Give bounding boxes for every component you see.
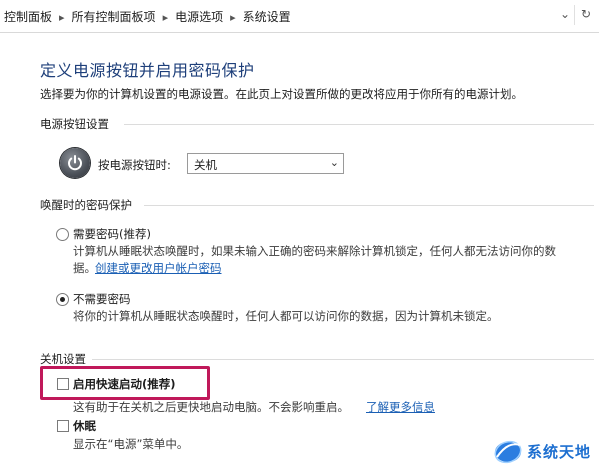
power-icon bbox=[60, 148, 90, 178]
breadcrumb-item-power-options[interactable]: 电源选项 bbox=[175, 10, 223, 24]
section-heading-wake-password: 唤醒时的密码保护 bbox=[40, 198, 132, 212]
fast-startup-label[interactable]: 启用快速启动(推荐) bbox=[73, 376, 176, 392]
learn-more-link[interactable]: 了解更多信息 bbox=[366, 399, 435, 415]
watermark-logo-icon bbox=[494, 440, 522, 464]
require-password-label[interactable]: 需要密码(推荐) bbox=[73, 226, 151, 242]
fast-startup-checkbox[interactable] bbox=[57, 378, 69, 390]
no-password-label[interactable]: 不需要密码 bbox=[73, 291, 131, 307]
page-description: 选择要为你的计算机设置的电源设置。在此页上对设置所做的更改将应用于你所有的电源计… bbox=[40, 87, 523, 101]
power-button-action-value: 关机 bbox=[194, 158, 217, 172]
hibernate-description: 显示在“电源”菜单中。 bbox=[73, 437, 189, 451]
require-password-description-cont: 据。 bbox=[73, 261, 96, 275]
section-divider bbox=[92, 359, 594, 360]
section-divider bbox=[124, 124, 594, 125]
address-divider bbox=[574, 5, 575, 25]
no-password-radio[interactable] bbox=[56, 293, 69, 306]
require-password-radio[interactable] bbox=[56, 228, 69, 241]
breadcrumb-item-control-panel[interactable]: 控制面板 bbox=[4, 10, 52, 24]
chevron-right-icon: ▸ bbox=[162, 11, 169, 24]
watermark-text: 系统天地 bbox=[527, 443, 592, 461]
power-button-label: 按电源按钮时: bbox=[98, 158, 171, 172]
page-title: 定义电源按钮并启用密码保护 bbox=[40, 61, 255, 80]
power-button-action-select[interactable]: 关机 ⌄ bbox=[187, 153, 344, 174]
section-heading-shutdown: 关机设置 bbox=[40, 352, 86, 366]
breadcrumb-item-system-settings[interactable]: 系统设置 bbox=[243, 10, 291, 24]
watermark: 系统天地 bbox=[493, 437, 597, 465]
address-bar[interactable]: 控制面板 ▸ 所有控制面板项 ▸ 电源选项 ▸ 系统设置 ⌄ ↻ bbox=[0, 0, 599, 33]
hibernate-label[interactable]: 休眠 bbox=[73, 418, 96, 434]
chevron-down-icon[interactable]: ⌄ bbox=[560, 7, 570, 21]
breadcrumb-item-all-control-panel-items[interactable]: 所有控制面板项 bbox=[72, 10, 156, 24]
change-password-link[interactable]: 创建或更改用户帐户密码 bbox=[95, 260, 222, 276]
fast-startup-description: 这有助于在关机之后更快地启动电脑。不会影响重启。 bbox=[73, 400, 349, 414]
chevron-down-icon: ⌄ bbox=[329, 156, 339, 169]
breadcrumb: 控制面板 ▸ 所有控制面板项 ▸ 电源选项 ▸ 系统设置 bbox=[4, 8, 291, 25]
section-divider bbox=[144, 205, 594, 206]
require-password-description: 计算机从睡眠状态唤醒时，如果未输入正确的密码来解除计算机锁定，任何人都无法访问你… bbox=[73, 244, 556, 258]
refresh-icon[interactable]: ↻ bbox=[581, 7, 591, 21]
chevron-right-icon: ▸ bbox=[230, 11, 236, 24]
no-password-description: 将你的计算机从睡眠状态唤醒时，任何人都可以访问你的数据，因为计算机未锁定。 bbox=[73, 309, 499, 323]
section-heading-power-button: 电源按钮设置 bbox=[40, 117, 109, 131]
hibernate-checkbox[interactable] bbox=[57, 420, 69, 432]
chevron-right-icon: ▸ bbox=[59, 11, 65, 24]
